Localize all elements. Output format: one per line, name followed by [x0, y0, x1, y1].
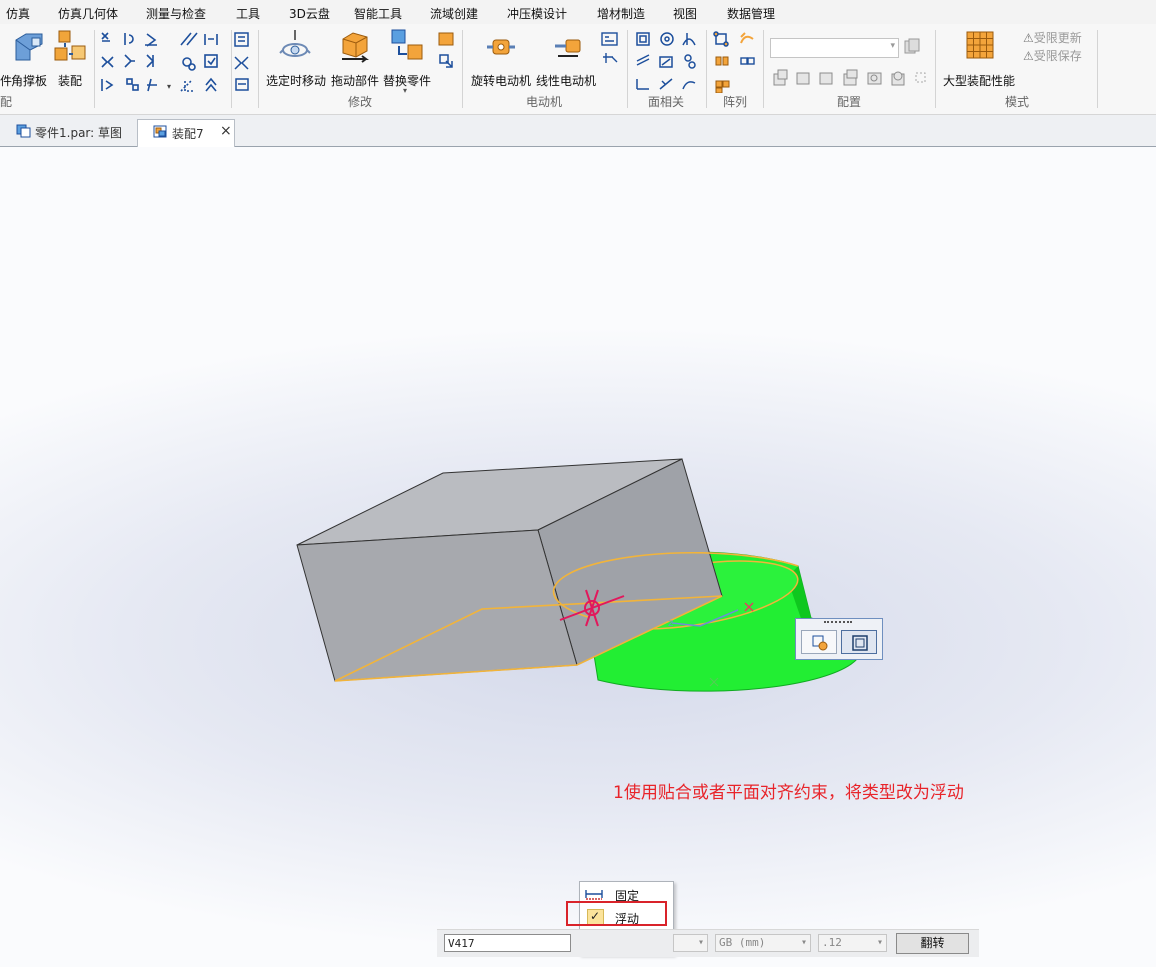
3d-viewport[interactable]: z 1使用贴合或者平面对齐约束，将类型改为浮动 固定 ✓ 浮动 范围 [0, 147, 1156, 967]
ribbon-separator [706, 30, 707, 108]
quickbar-button-1[interactable] [801, 630, 837, 654]
linear-motor-label[interactable]: 线性电动机 [536, 72, 596, 89]
tab-part1-sketch[interactable]: 零件1.par: 草图 [14, 121, 129, 145]
config-group-label: 配置 [837, 95, 862, 109]
face-relate-icon-grid[interactable] [634, 31, 700, 93]
menu-view[interactable]: 视图 [673, 5, 697, 22]
menu-flow-domain[interactable]: 流域创建 [430, 5, 478, 22]
warning-icon: ⚠ [1023, 49, 1034, 63]
unit-dropdown[interactable]: ▾ [673, 934, 708, 952]
menu-simulation[interactable]: 仿真 [6, 5, 30, 22]
replace-part-icon[interactable] [390, 28, 426, 67]
floating-quickbar[interactable] [795, 618, 883, 660]
menu-bar: 仿真 仿真几何体 测量与检查 工具 3D云盘 智能工具 流域创建 冲压模设计 增… [0, 0, 1156, 25]
standard-dropdown-value: GB (mm) [719, 936, 766, 949]
pattern-group-label: 阵列 [723, 95, 748, 109]
precision-dropdown[interactable]: .12 ▾ [818, 934, 887, 952]
drag-part-icon[interactable] [338, 29, 372, 66]
assembly-document-icon [153, 125, 167, 138]
motor-group-label: 电动机 [526, 95, 563, 109]
rotary-motor-label[interactable]: 旋转电动机 [471, 72, 531, 89]
menu-additive-mfg[interactable]: 增材制造 [597, 5, 645, 22]
limited-save-button[interactable]: ⚠受限保存 [1023, 47, 1082, 64]
tab-label: 装配7 [172, 127, 204, 141]
chevron-down-icon: ▾ [697, 937, 704, 948]
linear-motor-icon[interactable] [554, 34, 584, 63]
ribbon-separator [627, 30, 628, 108]
drag-part-label[interactable]: 拖动部件 [331, 72, 379, 89]
limited-update-button[interactable]: ⚠受限更新 [1023, 29, 1082, 46]
configuration-dropdown[interactable]: ▾ [770, 38, 899, 58]
highlight-box [566, 901, 667, 926]
menu-stamping-die[interactable]: 冲压模设计 [507, 5, 567, 22]
assembly-icon[interactable] [53, 28, 89, 67]
precision-dropdown-value: .12 [822, 936, 842, 949]
assembly-group-label: 配 [0, 95, 13, 109]
move-on-select-icon[interactable] [279, 28, 311, 69]
chevron-down-icon: ▾ [800, 937, 807, 948]
replace-part-dropdown-icon[interactable]: ▾ [403, 86, 407, 95]
constraint-tools-icon-grid[interactable]: ▾ [99, 31, 249, 97]
assembly-label[interactable]: 装配 [58, 72, 82, 89]
flip-button[interactable]: 翻转 [896, 933, 969, 954]
part-document-icon [16, 124, 31, 138]
ribbon-separator [258, 30, 259, 108]
tab-label: 零件1.par: 草图 [35, 126, 123, 140]
face-relate-group-label: 面相关 [648, 95, 685, 109]
move-on-select-label[interactable]: 选定时移动 [266, 72, 326, 89]
modify-group-label: 修改 [348, 95, 373, 109]
limited-save-label: 受限保存 [1033, 49, 1082, 63]
svg-text:z: z [668, 618, 673, 629]
svg-text:▾: ▾ [167, 82, 171, 91]
ribbon: 件 角撑板 装配 配 ▾ 选定时移动 拖动部件 替换零件 ▾ 修改 旋转电动机 … [0, 24, 1156, 115]
view-tools-icon-column[interactable] [233, 31, 251, 97]
motor-small-icons[interactable] [600, 31, 620, 73]
relationship-icon [812, 635, 828, 651]
fixed-ruler-icon [585, 890, 603, 900]
assembly-model-render[interactable]: z [0, 147, 1156, 967]
menu-3d-cloud[interactable]: 3D云盘 [289, 5, 330, 22]
chevron-down-icon: ▾ [876, 937, 883, 948]
warning-icon: ⚠ [1023, 31, 1034, 45]
close-icon[interactable]: × [220, 123, 232, 139]
tab-assembly7[interactable]: 装配7 × [137, 119, 235, 147]
menu-sim-geometry[interactable]: 仿真几何体 [58, 5, 118, 22]
mode-group-label: 模式 [1005, 95, 1030, 109]
chevron-down-icon: ▾ [890, 41, 895, 51]
pattern-icon-grid[interactable] [713, 31, 759, 93]
menu-tools[interactable]: 工具 [236, 5, 260, 22]
face-select-icon [852, 635, 868, 651]
ribbon-separator [1097, 30, 1098, 108]
menu-measure-inspect[interactable]: 测量与检查 [146, 5, 206, 22]
document-tab-bar: 零件1.par: 草图 装配7 × [0, 115, 1156, 147]
ribbon-separator [935, 30, 936, 108]
ribbon-separator [94, 30, 95, 108]
constraint-command-bar: V417 ▾ GB (mm) ▾ .12 ▾ 翻转 [437, 929, 979, 957]
large-assembly-grid-icon[interactable] [966, 31, 994, 59]
corner-brace-icon[interactable] [12, 30, 46, 67]
menu-smart-tools[interactable]: 智能工具 [354, 5, 402, 22]
ribbon-separator [763, 30, 764, 108]
config-tools-icon-row[interactable] [772, 69, 927, 87]
large-assembly-label[interactable]: 大型装配性能 [943, 72, 1015, 89]
instruction-annotation: 1使用贴合或者平面对齐约束，将类型改为浮动 [613, 783, 964, 803]
standard-dropdown[interactable]: GB (mm) ▾ [715, 934, 811, 952]
quickbar-grip[interactable] [824, 621, 852, 626]
ribbon-separator [231, 30, 232, 108]
corner-brace-label[interactable]: 角撑板 [11, 72, 47, 89]
config-save-icon[interactable] [903, 37, 921, 57]
ribbon-separator [462, 30, 463, 108]
modify-small-icons[interactable] [437, 31, 457, 73]
constraint-value-field[interactable]: V417 [444, 934, 571, 952]
rotary-motor-icon[interactable] [486, 32, 516, 65]
menu-data-management[interactable]: 数据管理 [727, 5, 775, 22]
limited-update-label: 受限更新 [1033, 31, 1082, 45]
quickbar-button-2[interactable] [841, 630, 877, 654]
